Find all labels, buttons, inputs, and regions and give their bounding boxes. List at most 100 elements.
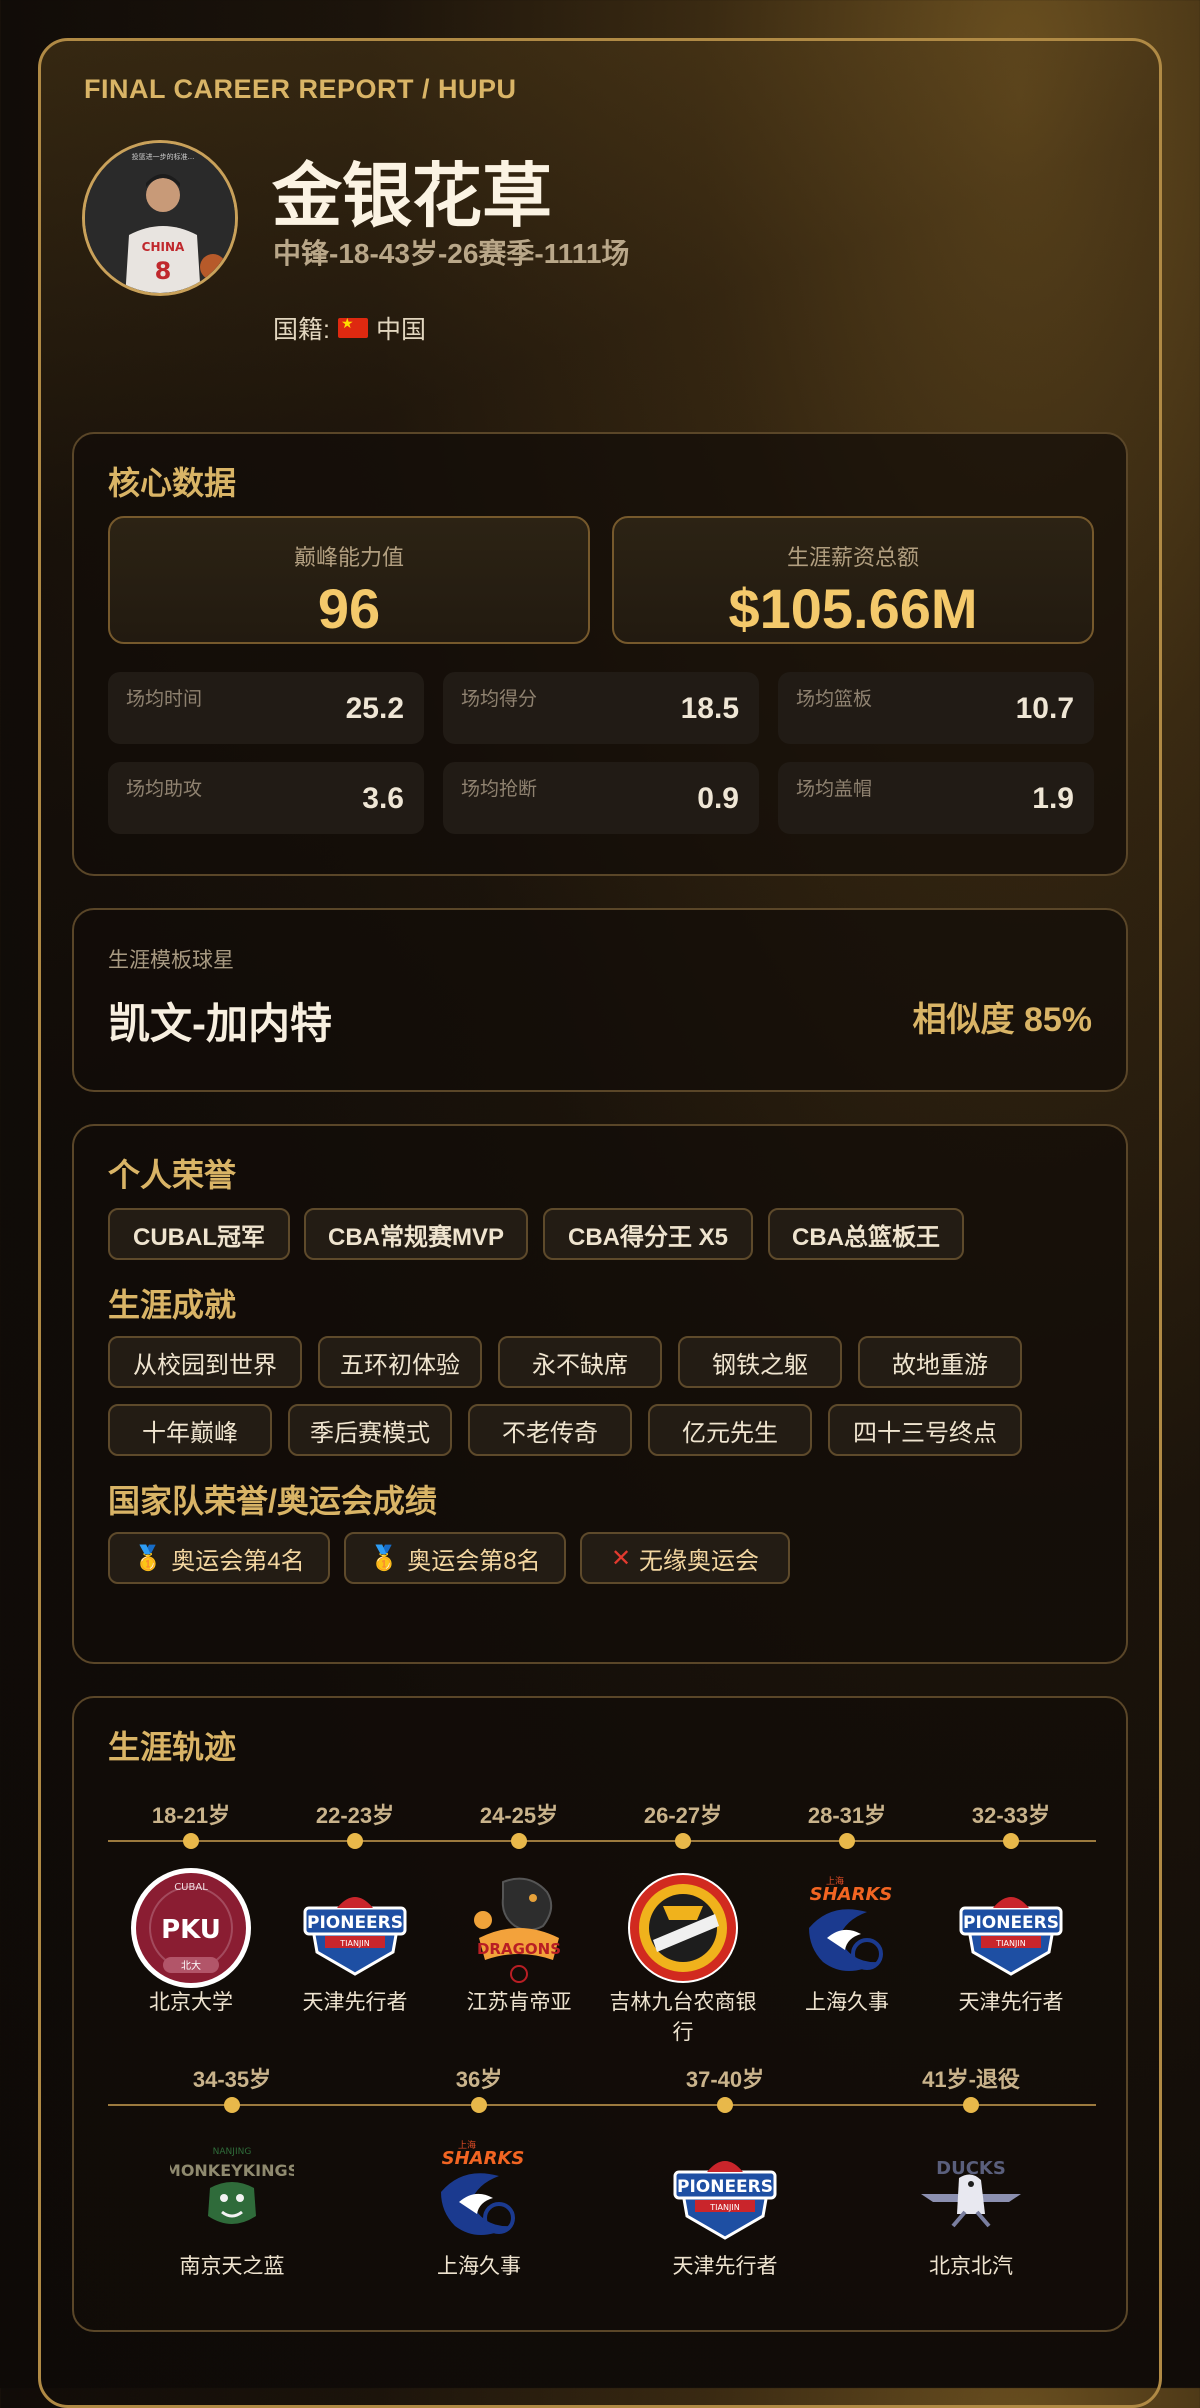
stat-value: 25.2 [345,692,404,725]
similarity-score: 相似度 85% [912,1001,1093,1039]
timeline-team: 上海久事 [437,2255,521,2278]
achievement-tag: 从校园到世界 [108,1336,302,1388]
timeline-age: 34-35岁 [192,2067,272,2092]
stat-assists: 场均助攻 3.6 [108,762,424,834]
stat-value: 1.9 [1032,782,1074,815]
honors-panel: 个人荣誉 CUBAL冠军 CBA常规赛MVP CBA得分王 X5 CBA总篮板王… [72,1124,1128,1664]
pku-logo-icon: CUBAL PKU 北大 [126,1863,256,1993]
timeline-team: 南京天之蓝 [179,2255,285,2278]
honor-tag: CBA常规赛MVP [304,1208,528,1260]
report-title: FINAL CAREER REPORT / HUPU [84,74,517,104]
svg-text:PIONEERS: PIONEERS [677,2177,773,2197]
svg-text:SHARKS: SHARKS [442,2148,525,2169]
olympic-result-tag: 🥇 奥运会第4名 [108,1532,330,1584]
svg-text:TIANJIN: TIANJIN [339,1939,369,1948]
career-salary-box: 生涯薪资总额 $105.66M [612,516,1094,644]
stat-label: 场均抢断 [461,779,538,800]
player-avatar: 投篮进一步的标准... CHINA 8 [82,140,238,296]
olympic-result-tag: ✕ 无缘奥运会 [580,1532,790,1584]
timeline-dot [675,1833,691,1849]
timeline-dot [224,2097,240,2113]
core-stats-panel: 核心数据 巅峰能力值 96 生涯薪资总额 $105.66M 场均时间 25.2 … [72,432,1128,876]
svg-text:PIONEERS: PIONEERS [963,1913,1059,1933]
olympic-result-text: 无缘奥运会 [639,1547,760,1575]
timeline-age: 28-31岁 [807,1803,887,1828]
svg-text:CHINA: CHINA [142,240,185,254]
stat-steals: 场均抢断 0.9 [443,762,759,834]
olympic-result-text: 奥运会第8名 [407,1547,541,1575]
career-salary-label: 生涯薪资总额 [786,545,919,570]
china-flag-icon [337,315,368,338]
timeline-dot [183,1833,199,1849]
timeline-team: 北京北汽 [929,2255,1013,2278]
timeline-line [108,1840,1096,1842]
timeline-team: 北京大学 [149,1991,233,2014]
avatar-caption: 投篮进一步的标准... [132,152,195,161]
achievement-tag: 不老传奇 [468,1404,632,1456]
cross-icon: ✕ [610,1544,632,1572]
stat-minutes: 场均时间 25.2 [108,672,424,744]
player-summary: 中锋-18-43岁-26赛季-1111场 [273,238,630,269]
svg-text:TIANJIN: TIANJIN [709,2203,739,2212]
nationality-label: 国籍: [273,316,330,344]
stat-label: 场均盖帽 [796,779,873,800]
timeline-age: 26-27岁 [643,1803,723,1828]
stat-label: 场均篮板 [796,689,873,710]
svg-text:PIONEERS: PIONEERS [307,1913,403,1933]
svg-text:PKU: PKU [161,1915,221,1945]
template-label: 生涯模板球星 [108,949,234,972]
peak-rating-label: 巅峰能力值 [293,545,404,570]
player-photo: 投篮进一步的标准... CHINA 8 [85,143,235,293]
stat-label: 场均助攻 [126,779,203,800]
timeline-age: 41岁-退役 [922,2067,1020,2092]
sharks-logo-icon: 上海 SHARKS [414,2127,544,2257]
timeline-age: 24-25岁 [479,1803,559,1828]
nationality-value: 中国 [375,316,426,344]
timeline-line [108,2104,1096,2106]
svg-text:TIANJIN: TIANJIN [995,1939,1025,1948]
career-salary-value: $105.66M [728,577,978,640]
pioneers-logo-icon: PIONEERS TIANJIN [946,1863,1076,1993]
timeline-team: 天津先行者 [958,1991,1064,2014]
timeline-team: 吉林九台农商银行 [609,1991,757,2045]
timeline-dot [839,1833,855,1849]
svg-text:DRAGONS: DRAGONS [477,1940,561,1958]
timeline-dot [347,1833,363,1849]
stat-label: 场均得分 [461,689,538,710]
honor-tag: CBA得分王 X5 [543,1208,753,1260]
timeline-age: 37-40岁 [685,2067,765,2092]
timeline-dot [1003,1833,1019,1849]
svg-text:CUBAL: CUBAL [174,1882,208,1893]
template-player-name: 凯文-加内特 [108,1000,332,1047]
timeline-age: 18-21岁 [151,1803,231,1828]
career-template-panel: 生涯模板球星 凯文-加内特 相似度 85% [72,908,1128,1092]
core-stats-title: 核心数据 [108,465,237,501]
achievement-tag: 季后赛模式 [288,1404,452,1456]
svg-text:北大: 北大 [181,1959,201,1972]
career-path-title: 生涯轨迹 [108,1729,237,1765]
svg-text:NANJING: NANJING [213,2147,252,2157]
honor-tag: CBA总篮板王 [768,1208,964,1260]
stat-value: 3.6 [362,782,404,815]
achievement-tag: 十年巅峰 [108,1404,272,1456]
achievement-tag: 五环初体验 [318,1336,482,1388]
svg-text:8: 8 [155,257,172,285]
stat-blocks: 场均盖帽 1.9 [778,762,1094,834]
achievement-tag: 永不缺席 [498,1336,662,1388]
peak-rating-value: 96 [317,577,381,640]
personal-honors-title: 个人荣誉 [108,1157,237,1193]
stat-label: 场均时间 [126,689,203,710]
timeline-dot [717,2097,733,2113]
timeline-dot [963,2097,979,2113]
monkeykings-logo-icon: NANJING MONKEYKINGS [167,2127,297,2257]
timeline-team: 天津先行者 [672,2255,778,2278]
career-path-panel: 生涯轨迹 18-21岁 CUBAL PKU 北大 北京大学 22-23岁 PIO… [72,1696,1128,2332]
medal-icon: 🥇 [369,1544,400,1572]
peak-rating-box: 巅峰能力值 96 [108,516,590,644]
career-achievements-title: 生涯成就 [108,1287,237,1323]
timeline-age: 32-33岁 [971,1803,1051,1828]
olympic-result-text: 奥运会第4名 [171,1547,305,1575]
ducks-logo-icon: DUCKS [906,2127,1036,2257]
sharks-logo-icon: 上海 SHARKS [782,1863,912,1993]
achievement-tag: 故地重游 [858,1336,1022,1388]
